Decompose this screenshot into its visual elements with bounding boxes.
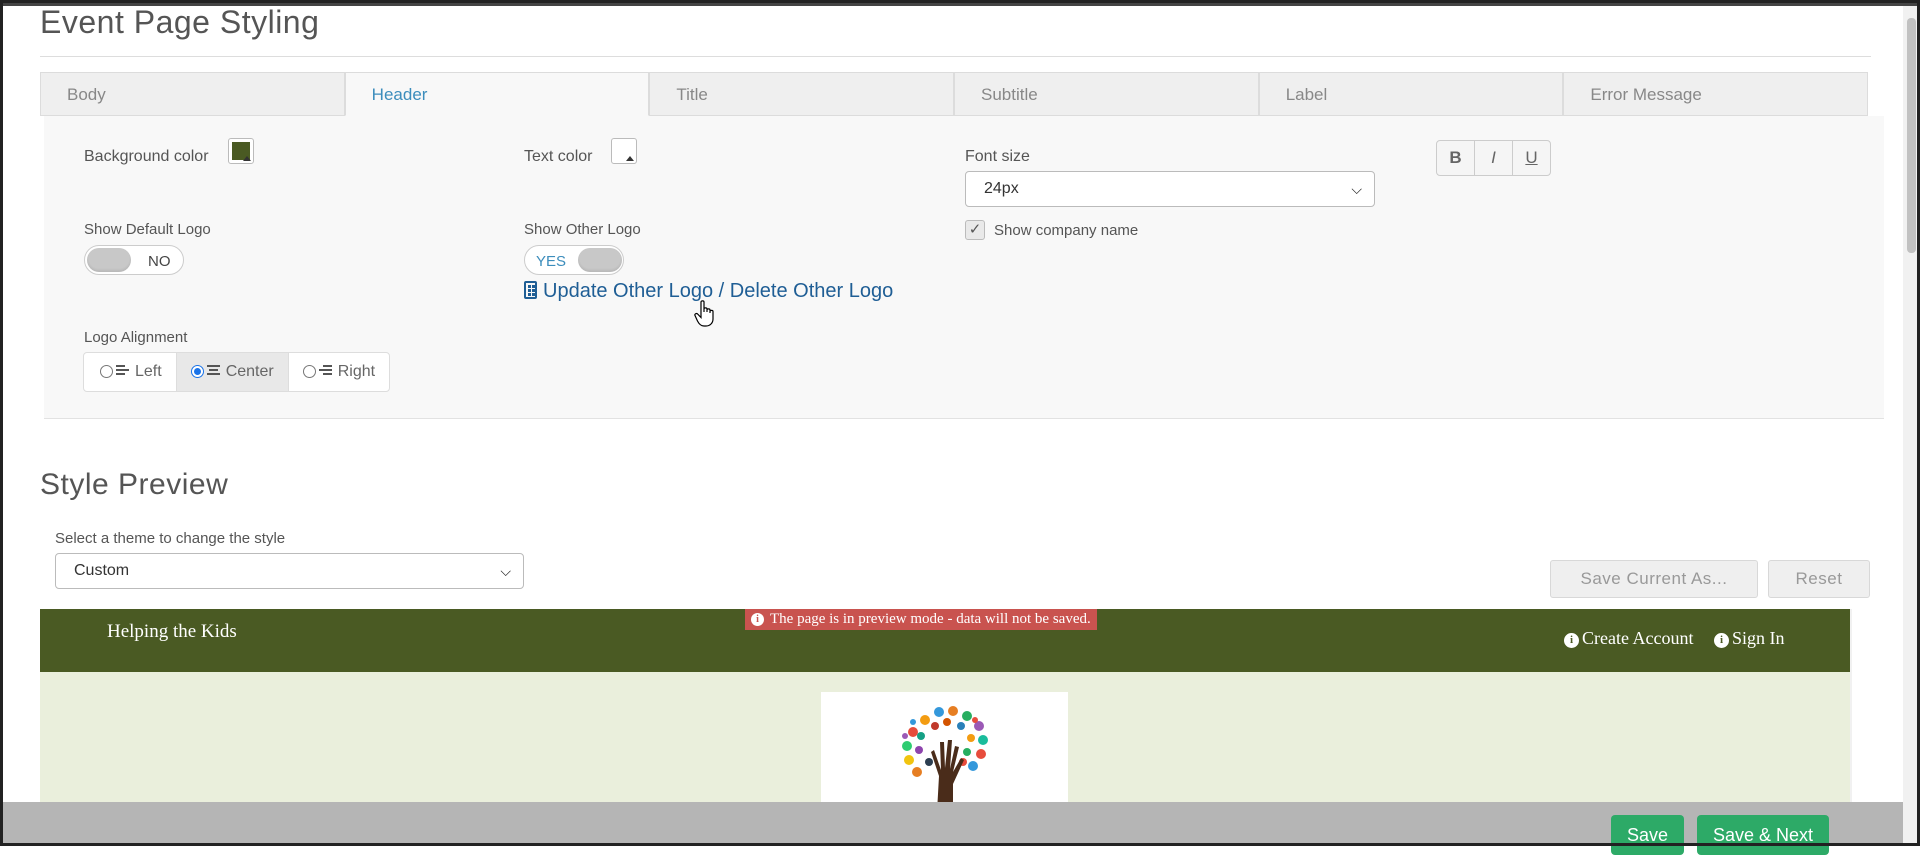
save-current-as-button[interactable]: Save Current As... <box>1550 560 1758 598</box>
preview-header: Helping the Kids i The page is in preview… <box>40 609 1850 672</box>
font-size-label: Font size <box>965 148 1030 165</box>
chevron-down-icon: ⌵ <box>500 563 511 579</box>
text-format-group: B I U <box>1436 140 1551 176</box>
save-and-next-button[interactable]: Save & Next <box>1697 815 1829 855</box>
tab-error-message[interactable]: Error Message <box>1563 72 1869 116</box>
divider <box>40 56 1871 57</box>
show-default-logo-label: Show Default Logo <box>84 221 211 238</box>
page-title: Event Page Styling <box>40 4 320 40</box>
info-icon: i <box>1714 633 1729 648</box>
save-button[interactable]: Save <box>1611 815 1684 855</box>
sign-in-text: Sign In <box>1732 628 1785 648</box>
show-company-name-label: Show company name <box>994 222 1139 239</box>
tab-header[interactable]: Header <box>344 72 650 116</box>
hand-cursor-icon <box>694 300 714 327</box>
align-center-icon <box>206 365 220 377</box>
chevron-down-icon: ⌵ <box>1351 181 1362 197</box>
background-color-label: Background color <box>84 148 209 165</box>
text-color-picker[interactable] <box>611 138 637 164</box>
preview-mode-alert-text: The page is in preview mode - data will … <box>770 611 1091 627</box>
tab-body[interactable]: Body <box>40 72 345 116</box>
caret-icon <box>626 156 634 161</box>
show-company-name-checkbox[interactable]: ✓ <box>965 220 985 240</box>
toggle-state: NO <box>148 253 171 270</box>
caret-icon <box>243 156 251 161</box>
create-account-link[interactable]: i Create Account <box>1564 628 1693 649</box>
tab-label[interactable]: Label <box>1258 72 1564 116</box>
tree-hand-logo-icon <box>895 696 995 804</box>
toggle-state: YES <box>536 253 567 270</box>
toggle-knob <box>578 248 622 272</box>
theme-value: Custom <box>74 562 130 579</box>
create-account-text: Create Account <box>1582 628 1694 648</box>
show-other-logo-toggle[interactable]: YES <box>524 245 624 275</box>
sign-in-link[interactable]: i Sign In <box>1714 628 1785 649</box>
show-other-logo-label: Show Other Logo <box>524 221 641 238</box>
align-right-label: Right <box>337 363 376 380</box>
page-scrollbar[interactable] <box>1903 0 1920 846</box>
align-left-icon <box>116 365 129 377</box>
style-tabs: Body Header Title Subtitle Label Error M… <box>40 72 1869 116</box>
align-center-option[interactable]: Center <box>175 352 289 392</box>
building-icon <box>524 281 537 299</box>
bold-button[interactable]: B <box>1436 140 1475 176</box>
preview-scrollbar[interactable] <box>1850 609 1852 804</box>
radio-checked-icon[interactable] <box>190 365 204 378</box>
tab-title[interactable]: Title <box>649 72 955 116</box>
info-icon: i <box>751 613 764 626</box>
theme-select-label: Select a theme to change the style <box>55 530 286 547</box>
scrollbar-thumb[interactable] <box>1907 18 1916 253</box>
style-preview-title: Style Preview <box>40 468 229 501</box>
align-left-label: Left <box>135 363 162 380</box>
info-icon: i <box>1564 633 1579 648</box>
font-size-select[interactable]: 24px ⌵ <box>965 171 1375 207</box>
reset-button[interactable]: Reset <box>1768 560 1870 598</box>
background-color-picker[interactable] <box>228 138 254 164</box>
italic-button[interactable]: I <box>1474 140 1513 176</box>
logo-alignment-group: Left Center Right <box>83 352 391 392</box>
preview-mode-alert: i The page is in preview mode - data will… <box>745 609 1097 630</box>
align-center-label: Center <box>225 363 274 380</box>
align-left-option[interactable]: Left <box>83 352 177 392</box>
window-top-edge <box>0 0 1920 6</box>
underline-button[interactable]: U <box>1512 140 1551 176</box>
tab-subtitle[interactable]: Subtitle <box>954 72 1259 116</box>
font-size-value: 24px <box>984 180 1019 197</box>
radio-icon[interactable] <box>302 365 316 378</box>
show-default-logo-toggle[interactable]: NO <box>84 245 184 275</box>
theme-select[interactable]: Custom ⌵ <box>55 553 524 589</box>
update-other-logo-text: Update Other Logo / Delete Other Logo <box>543 280 894 302</box>
logo-alignment-label: Logo Alignment <box>84 329 188 346</box>
radio-icon[interactable] <box>100 365 113 378</box>
style-preview-frame: Helping the Kids i The page is in preview… <box>40 609 1852 804</box>
align-right-icon <box>318 365 332 377</box>
align-right-option[interactable]: Right <box>287 352 391 392</box>
text-color-label: Text color <box>524 148 593 165</box>
toggle-knob <box>87 248 131 272</box>
preview-brand-name[interactable]: Helping the Kids <box>107 621 237 643</box>
preview-logo <box>821 692 1068 804</box>
